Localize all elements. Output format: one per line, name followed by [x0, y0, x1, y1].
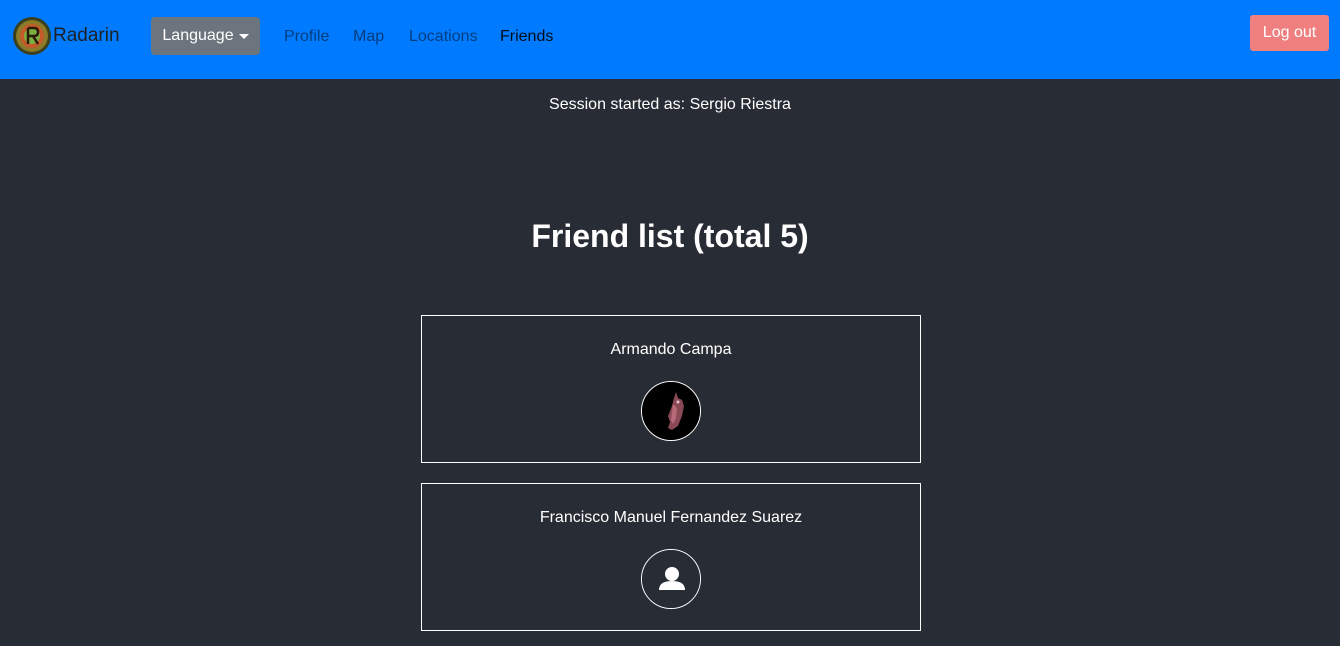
language-dropdown-button[interactable]: Language: [151, 17, 260, 55]
radarin-logo-icon: [13, 17, 51, 55]
friend-card: Francisco Manuel Fernandez Suarez: [421, 483, 921, 631]
nav-link-profile[interactable]: Profile: [284, 28, 329, 46]
friend-card: Armando Campa: [421, 315, 921, 463]
friend-name: Armando Campa: [610, 341, 732, 358]
friend-avatar: [641, 549, 701, 609]
language-label: Language: [162, 27, 234, 44]
brand-name: Radarin: [53, 25, 120, 46]
friend-list-title: Friend list (total 5): [531, 218, 809, 254]
brand-link[interactable]: Radarin: [12, 16, 120, 56]
friend-name: Francisco Manuel Fernandez Suarez: [539, 509, 803, 526]
nav-link-locations[interactable]: Locations: [409, 28, 478, 46]
nav-link-map[interactable]: Map: [353, 28, 384, 46]
session-status: Session started as: Sergio Riestra: [549, 96, 791, 113]
friend-avatar: [641, 381, 701, 441]
default-user-icon: [642, 550, 700, 608]
caret-down-icon: [238, 33, 249, 39]
nav-link-friends[interactable]: Friends: [500, 28, 553, 46]
logout-button[interactable]: Log out: [1250, 15, 1329, 51]
navbar: Radarin Language Profile Map Locations F…: [0, 0, 1340, 79]
avatar-photo: [642, 382, 700, 440]
